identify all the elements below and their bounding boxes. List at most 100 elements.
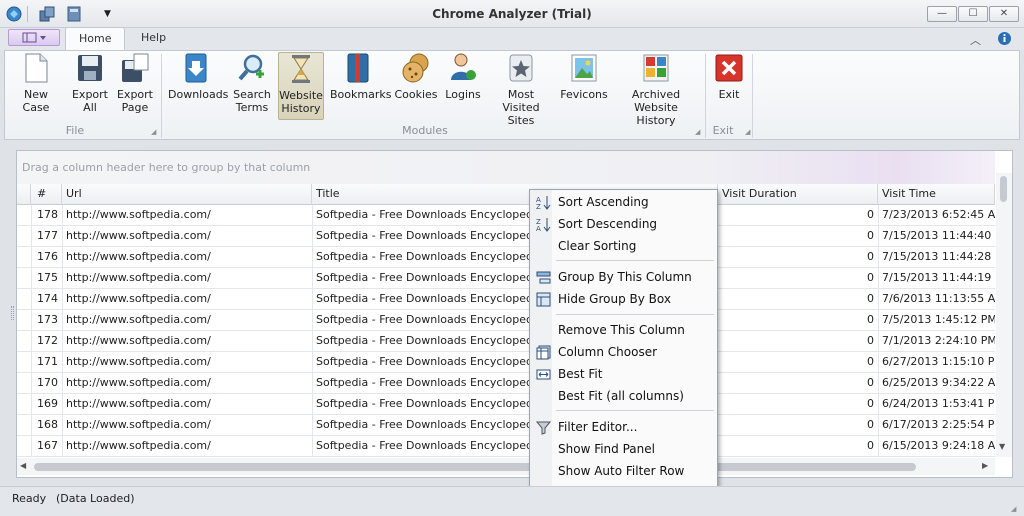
cookies-button[interactable]: Cookies [394, 52, 438, 120]
vertical-scrollbar[interactable] [996, 173, 1012, 457]
cell-url: http://www.softpedia.com/ [66, 376, 211, 389]
cell-visit-time: 7/1/2013 2:24:10 PM [882, 334, 995, 347]
application-menu-button[interactable] [8, 29, 60, 46]
new-case-icon [25, 53, 48, 83]
menu-item-best-fit[interactable]: Best Fit [530, 363, 717, 385]
exit-button[interactable]: Exit [711, 52, 747, 120]
exit-group-expand-icon[interactable]: ◢ [745, 128, 750, 136]
most-visited-sites-button[interactable]: Most Visited Sites [490, 52, 552, 127]
cell-visit-duration: 0 [867, 292, 874, 305]
archive-icon [643, 54, 669, 82]
downloads-button[interactable]: Downloads [168, 52, 228, 120]
most-visited-label-2: Sites [507, 114, 535, 127]
menu-item-hide-group-by-box[interactable]: Hide Group By Box [530, 288, 717, 310]
file-group-expand-icon[interactable]: ◢ [151, 128, 156, 136]
svg-text:Z: Z [536, 203, 541, 210]
menu-item-filter-editor[interactable]: Filter Editor... [530, 416, 717, 438]
cell-visit-duration: 0 [867, 439, 874, 452]
column-header-visit-time[interactable]: Visit Time [878, 184, 995, 205]
splitter-grip[interactable] [11, 306, 14, 320]
cell-visit-duration: 0 [867, 418, 874, 431]
menu-item-clear-sorting[interactable]: Clear Sorting [530, 235, 717, 257]
modules-group-expand-icon[interactable]: ◢ [695, 128, 700, 136]
group-by-icon [536, 271, 551, 284]
exit-label: Exit [718, 88, 740, 101]
column-header-visit-duration[interactable]: Visit Duration [718, 184, 878, 205]
tab-help[interactable]: Help [128, 27, 179, 51]
cell-url: http://www.softpedia.com/ [66, 418, 211, 431]
bookmarks-label: Bookmarks [330, 88, 392, 101]
menu-item-group-by-column[interactable]: Group By This Column [530, 266, 717, 288]
close-button[interactable]: ✕ [989, 6, 1019, 22]
best-fit-icon [536, 369, 551, 380]
cell-url: http://www.softpedia.com/ [66, 229, 211, 242]
picture-icon [571, 54, 597, 82]
modules-group-label: Modules [402, 124, 448, 137]
cell-visit-duration: 0 [867, 229, 874, 242]
cell-url: http://www.softpedia.com/ [66, 355, 211, 368]
tab-home[interactable]: Home [65, 27, 126, 51]
column-line [31, 205, 32, 457]
menu-label: Group By This Column [558, 270, 692, 284]
menu-item-sort-descending[interactable]: ZA Sort Descending [530, 213, 717, 235]
scroll-down-arrow[interactable]: ▼ [999, 442, 1005, 451]
maximize-button[interactable]: ☐ [958, 6, 988, 22]
menu-item-sort-ascending[interactable]: AZ Sort Ascending [530, 191, 717, 213]
cell-visit-duration: 0 [867, 271, 874, 284]
cell-visit-time: 7/5/2013 1:45:12 PM [882, 313, 995, 326]
cell-visit-time: 6/25/2013 9:34:22 AM [882, 376, 995, 389]
export-all-label-2: All [83, 101, 97, 114]
cell-url: http://www.softpedia.com/ [66, 439, 211, 452]
bookmarks-button[interactable]: Bookmarks [330, 52, 392, 120]
info-icon[interactable] [997, 31, 1012, 49]
website-history-button[interactable]: Website History [278, 52, 324, 120]
menu-item-column-chooser[interactable]: Column Chooser [530, 341, 717, 363]
menu-item-remove-column[interactable]: Remove This Column [530, 319, 717, 341]
logins-button[interactable]: Logins [443, 52, 483, 120]
export-page-button[interactable]: Export Page [116, 52, 154, 120]
cell-url: http://www.softpedia.com/ [66, 313, 211, 326]
cell-number: 169 [37, 397, 58, 410]
scroll-right-arrow[interactable]: ▶ [982, 461, 988, 470]
collapse-ribbon-icon[interactable]: ︿ [970, 32, 984, 47]
cell-number: 178 [37, 208, 58, 221]
cell-number: 167 [37, 439, 58, 452]
export-page-label-2: Page [121, 101, 149, 114]
new-case-button[interactable]: New Case [10, 52, 62, 120]
star-icon [509, 54, 533, 82]
menu-item-best-fit-all[interactable]: Best Fit (all columns) [530, 385, 717, 407]
menu-item-show-find-panel[interactable]: Show Find Panel [530, 438, 717, 460]
group-by-hint: Drag a column header here to group by th… [22, 161, 311, 174]
horizontal-scroll-thumb[interactable] [34, 463, 916, 471]
minimize-button[interactable]: — [927, 6, 957, 22]
cell-visit-duration: 0 [867, 208, 874, 221]
cell-visit-duration: 0 [867, 334, 874, 347]
export-all-button[interactable]: Export All [68, 52, 112, 120]
menu-label: Sort Ascending [558, 195, 649, 209]
search-terms-button[interactable]: Search Terms [230, 52, 274, 120]
fevicons-button[interactable]: Fevicons [560, 52, 608, 120]
sort-descending-icon: ZA [536, 218, 551, 232]
column-chooser-icon [536, 345, 551, 360]
hourglass-icon [292, 55, 310, 83]
svg-text:A: A [536, 225, 541, 232]
column-header-number[interactable]: # [31, 184, 62, 205]
resize-grip-icon[interactable]: ◢ [1011, 505, 1016, 513]
website-history-label-1: Website [279, 89, 323, 102]
cell-number: 175 [37, 271, 58, 284]
vertical-scroll-thumb[interactable] [1000, 176, 1007, 202]
menu-label: Clear Sorting [558, 239, 637, 253]
cell-visit-time: 6/27/2013 1:15:10 PM [882, 355, 995, 368]
archived-website-history-button[interactable]: Archived Website History [613, 52, 699, 127]
cell-visit-time: 7/6/2013 11:13:55 AM [882, 292, 995, 305]
menu-item-show-auto-filter-row[interactable]: Show Auto Filter Row [530, 460, 717, 482]
cell-url: http://www.softpedia.com/ [66, 292, 211, 305]
cell-url: http://www.softpedia.com/ [66, 334, 211, 347]
menu-label: Remove This Column [558, 323, 685, 337]
group-separator [161, 54, 162, 138]
menu-label: Hide Group By Box [558, 292, 671, 306]
menu-separator [556, 260, 714, 261]
cell-visit-time: 7/15/2013 11:44:40 AM [882, 229, 995, 242]
scroll-left-arrow[interactable]: ◀ [20, 461, 26, 470]
column-header-url[interactable]: Url [62, 184, 312, 205]
